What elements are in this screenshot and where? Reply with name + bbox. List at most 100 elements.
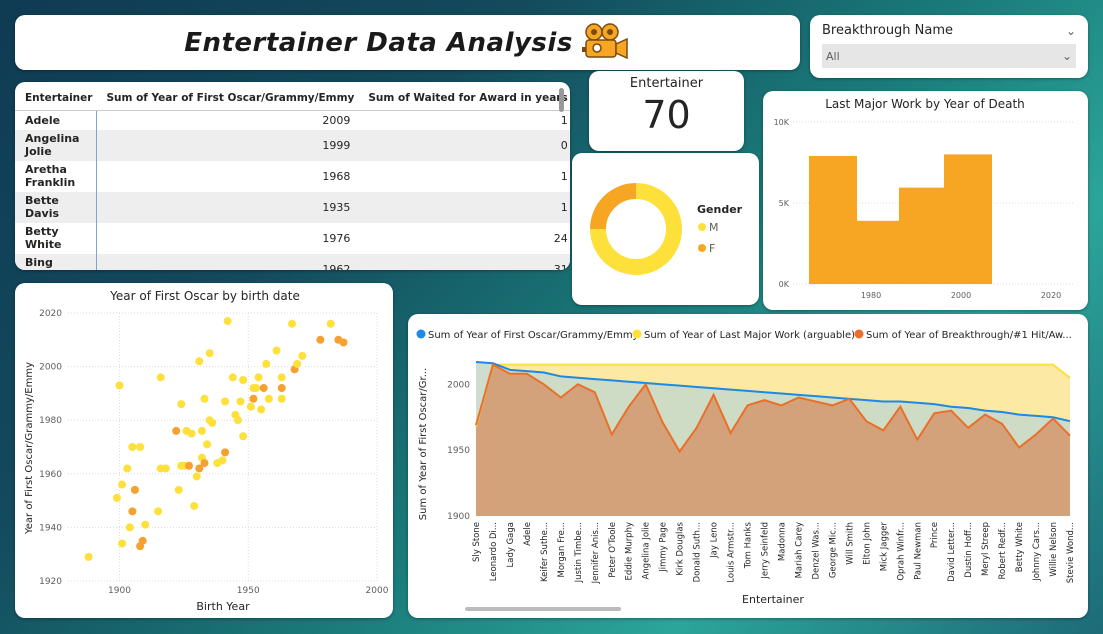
scatter-point[interactable] [200,459,209,468]
scatter-point[interactable] [177,400,186,409]
chevron-down-icon[interactable]: ⌄ [1066,24,1076,38]
scatter-point[interactable] [112,493,121,502]
y-tick-label: 10K [774,118,790,127]
scatter-point[interactable] [185,461,194,470]
waited-years-cell: 24 [553,231,568,245]
scatter-point[interactable] [259,384,268,393]
scatter-point[interactable] [200,394,209,403]
scatter-chart-svg: Year of First Oscar by birth date 1920 194… [24,289,389,613]
scatter-point[interactable] [205,349,214,358]
scatter-point[interactable] [239,376,248,384]
table-row[interactable]: Bette Davis 1935 1 [15,192,570,223]
table-row[interactable]: Adele 2009 1 [15,110,570,130]
scatter-point[interactable] [272,346,281,355]
scatter-point[interactable] [228,373,237,382]
scatter-point[interactable] [223,317,232,326]
x-tick-label: George Mic... [828,522,838,578]
scatter-point[interactable] [195,357,204,366]
table-row[interactable]: Angelina Jolie 1999 0 [15,130,570,161]
scatter-point[interactable] [118,480,127,489]
scatter-point[interactable] [197,426,206,435]
scatter-point[interactable] [233,416,242,425]
scatter-point[interactable] [130,485,139,494]
scatter-point[interactable] [293,359,302,368]
column-header[interactable]: Sum of Year of First Oscar/Grammy/Emmy [96,82,359,111]
bar-1990[interactable] [854,220,902,284]
title-card: Entertainer Data Analysis [15,15,800,70]
slicer-dropdown[interactable]: All ⌄ [822,44,1076,68]
scatter-point[interactable] [262,359,271,368]
y-tick-label: 1920 [39,577,62,587]
scatter-point[interactable] [161,464,170,473]
x-tick-label: Willie Nelson [1049,522,1059,577]
scatter-point[interactable] [128,443,137,451]
scatter-point[interactable] [298,351,307,360]
scatter-point[interactable] [190,501,199,510]
bar-chart-svg: Last Major Work by Year of Death 0K 5K 10K 1… [774,97,1073,300]
scatter-point[interactable] [125,523,134,532]
scatter-point[interactable] [326,319,335,328]
scatter-point[interactable] [192,472,201,481]
donut-svg: Gender MF [590,183,743,275]
scatter-point[interactable] [208,418,217,427]
column-header[interactable]: Sum of Waited for Award in years [358,82,570,111]
scatter-point[interactable] [123,464,132,473]
scatter-point[interactable] [138,536,147,545]
horizontal-scrollbar[interactable] [465,607,621,611]
table-scrollbar[interactable] [559,88,564,112]
x-tick-label: Robert Redf... [998,522,1008,580]
x-tick-label: Morgan Fre... [557,522,567,578]
scatter-point[interactable] [339,338,348,347]
scatter-point[interactable] [316,335,325,344]
scatter-point[interactable] [154,507,163,516]
table-row[interactable]: Aretha Franklin 1968 1 [15,161,570,192]
scatter-point[interactable] [128,507,137,516]
legend-marker [632,329,642,339]
x-tick-label: 2020 [1041,291,1061,300]
scatter-point[interactable] [141,520,150,529]
column-header[interactable]: Entertainer [15,82,97,111]
scatter-point[interactable] [187,429,196,438]
scatter-point[interactable] [288,319,297,328]
scatter-point[interactable] [277,394,286,403]
scatter-point[interactable] [246,402,255,411]
scatter-point[interactable] [115,381,124,390]
scatter-point[interactable] [264,394,273,403]
bar-2000[interactable] [899,187,947,284]
legend-item: M [709,221,719,234]
scatter-point[interactable] [84,552,93,561]
x-tick-label: Jimmy Page [659,522,669,573]
bar-2010[interactable] [944,154,992,284]
scatter-point[interactable] [172,426,181,435]
scatter-point[interactable] [249,394,258,403]
entertainer-cell: Adele [25,113,61,127]
donut-slice-f[interactable] [590,183,637,230]
scatter-point[interactable] [174,485,183,494]
scatter-point[interactable] [221,397,230,406]
scatter-point[interactable] [203,440,212,449]
scatter-point[interactable] [136,443,145,451]
scatter-point[interactable] [118,539,127,548]
legend-marker [698,223,706,231]
scatter-point[interactable] [218,456,227,465]
scatter-point[interactable] [254,373,263,382]
first-award-year-cell: 1935 [95,192,359,223]
scatter-point[interactable] [277,384,286,393]
x-tick-label: Jerry Seinfeld [761,522,771,580]
movie-camera-icon [581,21,631,65]
scatter-point[interactable] [277,373,286,382]
legend-marker [416,329,426,339]
scatter-point[interactable] [257,405,266,414]
table-row[interactable]: Betty White 1976 24 [15,223,570,254]
table-row[interactable]: Bing Crosby196231 [15,254,570,270]
scatter-point[interactable] [221,448,230,457]
scatter-point[interactable] [239,432,248,441]
legend-marker [698,244,706,252]
x-tick-label: Paul Newman [913,522,923,580]
scatter-point[interactable] [156,373,165,382]
scatter-point[interactable] [251,384,260,393]
scatter-point[interactable] [236,397,245,406]
breakthrough-slicer[interactable]: Breakthrough Name ⌄ All ⌄ [810,15,1088,78]
x-tick-label: Stevie Wond... [1066,522,1076,583]
bar-1980[interactable] [809,156,857,284]
